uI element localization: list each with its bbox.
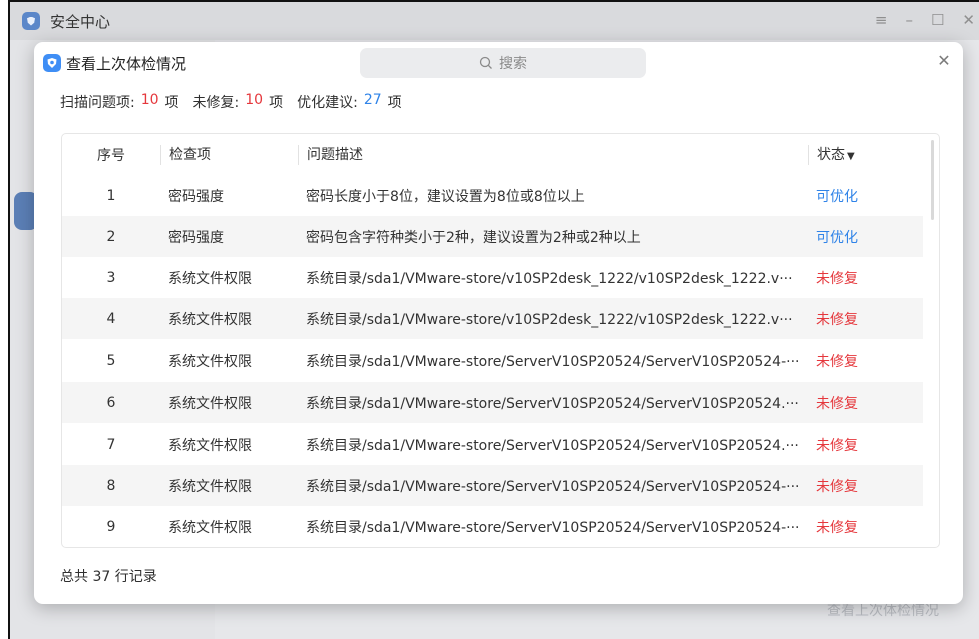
unfixed-label: 未修复: (192, 95, 240, 111)
background-window-title: 安全中心 (50, 13, 111, 31)
cell-item: 系统文件权限 (168, 478, 252, 495)
advice-label: 优化建议: (297, 95, 358, 111)
cell-state: 未修复 (816, 311, 858, 328)
dialog-close-button[interactable]: ✕ (935, 51, 953, 70)
cell-desc: 系统目录/sda1/VMware-store/ServerV10SP20524/… (306, 478, 800, 495)
cell-item: 系统文件权限 (168, 311, 252, 328)
cell-desc: 系统目录/sda1/VMware-store/v10SP2desk_1222/v… (306, 270, 793, 287)
table-row[interactable]: 8 系统文件权限 系统目录/sda1/VMware-store/ServerV1… (62, 465, 923, 506)
header-state-label: 状态 (817, 146, 845, 163)
table-row[interactable]: 3 系统文件权限 系统目录/sda1/VMware-store/v10SP2de… (62, 257, 923, 298)
table-header: 序号 检查项 问题描述 状态 ▼ (62, 134, 939, 175)
result-table: 序号 检查项 问题描述 状态 ▼ 1 密码强度 密码长度小于8位，建议设置为8位或… (61, 133, 940, 548)
table-scrollbar[interactable] (931, 140, 934, 220)
menu-icon[interactable]: ≡ (875, 11, 888, 29)
scan-unit: 项 (164, 95, 179, 111)
header-state-sort[interactable]: 状态 ▼ (808, 144, 918, 165)
cell-state: 未修复 (816, 395, 858, 412)
cell-desc: 系统目录/sda1/VMware-store/ServerV10SP20524/… (306, 395, 799, 412)
cell-state: 可优化 (816, 188, 858, 205)
header-seq: 序号 (97, 147, 125, 164)
cell-desc: 密码包含字符种类小于2种，建议设置为2种或2种以上 (306, 229, 641, 246)
cell-item: 系统文件权限 (168, 270, 252, 287)
unfixed-unit: 项 (269, 95, 284, 111)
last-check-dialog: 查看上次体检情况 搜索 ✕ 扫描问题项: 10 项 未修复: 10 项 优化建议… (34, 42, 963, 604)
total-records: 总共 37 行记录 (60, 569, 157, 585)
table-row[interactable]: 9 系统文件权限 系统目录/sda1/VMware-store/ServerV1… (62, 506, 923, 547)
cell-state: 未修复 (816, 437, 858, 454)
cell-seq: 5 (106, 352, 116, 369)
shield-icon (43, 54, 61, 72)
cell-seq: 6 (106, 394, 116, 411)
advice-count: 27 (363, 92, 382, 108)
cell-item: 密码强度 (168, 229, 224, 246)
table-row[interactable]: 2 密码强度 密码包含字符种类小于2种，建议设置为2种或2种以上 可优化 (62, 216, 923, 257)
cell-item: 系统文件权限 (168, 519, 252, 536)
cell-seq: 8 (106, 477, 116, 494)
search-input[interactable]: 搜索 (360, 48, 646, 78)
window-controls: ≡ – ☐ ✕ (875, 11, 975, 29)
cell-state: 可优化 (816, 229, 858, 246)
table-row[interactable]: 7 系统文件权限 系统目录/sda1/VMware-store/ServerV1… (62, 424, 923, 465)
table-row[interactable]: 4 系统文件权限 系统目录/sda1/VMware-store/v10SP2de… (62, 298, 923, 339)
scan-summary: 扫描问题项: 10 项 未修复: 10 项 优化建议: 27 项 (60, 92, 402, 112)
cell-item: 系统文件权限 (168, 437, 252, 454)
unfixed-count: 10 (245, 92, 264, 108)
cell-state: 未修复 (816, 519, 858, 536)
cell-item: 密码强度 (168, 188, 224, 205)
cell-seq: 7 (106, 436, 116, 453)
table-row[interactable]: 6 系统文件权限 系统目录/sda1/VMware-store/ServerV1… (62, 382, 923, 423)
table-row[interactable]: 5 系统文件权限 系统目录/sda1/VMware-store/ServerV1… (62, 340, 923, 381)
cell-seq: 2 (106, 228, 116, 245)
cell-desc: 系统目录/sda1/VMware-store/v10SP2desk_1222/v… (306, 311, 793, 328)
cell-desc: 系统目录/sda1/VMware-store/ServerV10SP20524/… (306, 353, 800, 370)
table-row[interactable]: 1 密码强度 密码长度小于8位，建议设置为8位或8位以上 可优化 (62, 175, 923, 216)
cell-state: 未修复 (816, 353, 858, 370)
cell-state: 未修复 (816, 478, 858, 495)
cell-seq: 9 (106, 518, 116, 535)
background-titlebar: 安全中心 ≡ – ☐ ✕ (10, 2, 979, 40)
sort-down-icon: ▼ (847, 150, 855, 162)
maximize-icon[interactable]: ☐ (931, 11, 944, 29)
scan-label: 扫描问题项: (60, 95, 135, 111)
advice-unit: 项 (387, 95, 402, 111)
cell-seq: 3 (106, 269, 116, 286)
security-center-icon (22, 12, 40, 30)
scan-count: 10 (140, 92, 159, 108)
cell-desc: 系统目录/sda1/VMware-store/ServerV10SP20524/… (306, 519, 800, 536)
cell-desc: 密码长度小于8位，建议设置为8位或8位以上 (306, 188, 585, 205)
search-icon (479, 56, 492, 69)
cell-item: 系统文件权限 (168, 395, 252, 412)
close-icon[interactable]: ✕ (962, 11, 975, 29)
header-desc: 问题描述 (298, 144, 808, 165)
search-placeholder: 搜索 (499, 56, 527, 72)
cell-desc: 系统目录/sda1/VMware-store/ServerV10SP20524/… (306, 437, 799, 454)
minimize-icon[interactable]: – (905, 11, 913, 29)
header-item: 检查项 (160, 144, 298, 165)
cell-seq: 4 (106, 310, 116, 327)
cell-seq: 1 (106, 187, 116, 204)
cell-item: 系统文件权限 (168, 353, 252, 370)
cell-state: 未修复 (816, 270, 858, 287)
dialog-title: 查看上次体检情况 (66, 55, 187, 73)
